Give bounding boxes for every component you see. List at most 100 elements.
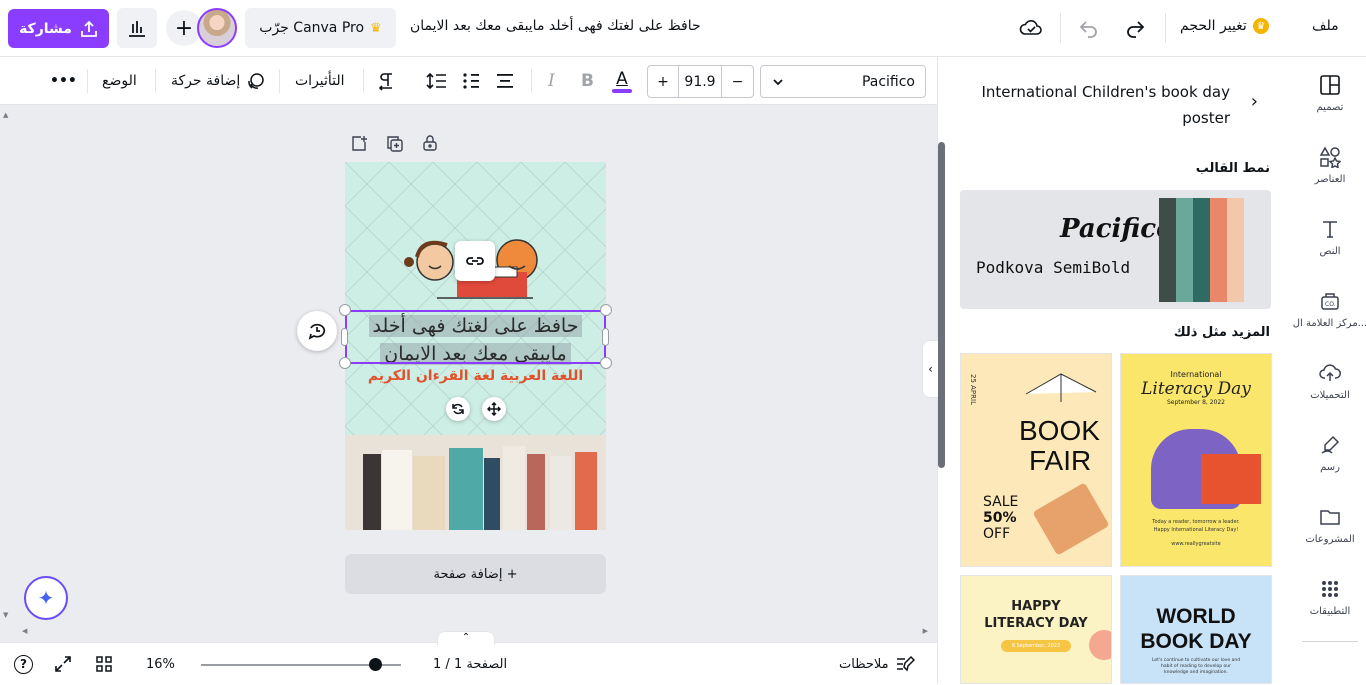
animate-button[interactable]: إضافة حركة xyxy=(171,57,266,105)
share-button[interactable]: مشاركة xyxy=(8,9,109,48)
palette-swatches xyxy=(1159,198,1244,302)
text-color-button[interactable]: A xyxy=(612,57,632,105)
canvas-area[interactable]: ▲ ▼ ◀ ▶ حافظ على لغتك فهى أخلد مايبقى مع… xyxy=(0,105,937,642)
align-center-icon xyxy=(497,74,513,88)
text-direction-button[interactable] xyxy=(376,57,396,105)
sparkle-icon: ✦ xyxy=(37,586,55,610)
vertical-scrollbar[interactable]: ▲ ▼ xyxy=(0,105,12,642)
resize-handle-right[interactable] xyxy=(602,328,609,346)
primary-font-name: Pacifico xyxy=(1060,214,1174,244)
subheading-text[interactable]: اللغة العربية لغة القرءان الكريم xyxy=(345,368,606,384)
text-color-icon: A xyxy=(616,68,628,89)
zoom-value[interactable]: 16% xyxy=(146,643,175,685)
template-thumbnail-happy-literacy-day[interactable]: HAPPY LITERACY DAY 8 September, 2022 xyxy=(960,575,1112,684)
rotate-icon xyxy=(452,403,464,415)
divider xyxy=(531,69,532,93)
try-pro-button[interactable]: جرّب Canva Pro ♛ xyxy=(245,8,396,48)
divider xyxy=(155,69,156,93)
alignment-button[interactable] xyxy=(495,57,515,105)
rail-item-elements[interactable]: العناصر xyxy=(1294,144,1366,185)
regenerate-button[interactable] xyxy=(297,311,337,351)
divider xyxy=(87,69,88,93)
rail-item-design[interactable]: تصميم xyxy=(1294,72,1366,113)
font-family-value: Pacifico xyxy=(861,73,915,90)
italic-button[interactable]: I xyxy=(548,57,555,105)
rotate-handle[interactable] xyxy=(446,397,470,421)
template-style-card[interactable]: Pacifico Podkova SemiBold xyxy=(960,190,1271,309)
more-options-button[interactable]: ••• xyxy=(50,57,77,105)
template-title: International Children's book day poster xyxy=(981,83,1230,127)
resize-handle-top-left[interactable] xyxy=(339,304,351,316)
file-menu[interactable]: ملف xyxy=(1312,18,1339,34)
lock-icon[interactable] xyxy=(421,134,439,156)
resize-button[interactable]: تغيير الحجم ♛ xyxy=(1180,18,1269,34)
list-button[interactable] xyxy=(461,57,481,105)
cloud-save-icon[interactable] xyxy=(1018,15,1044,45)
secondary-font-name: Podkova SemiBold xyxy=(976,258,1131,277)
resize-handle-top-right[interactable] xyxy=(600,304,612,316)
divider xyxy=(1165,13,1166,43)
zoom-slider-thumb[interactable] xyxy=(368,658,382,671)
resize-handle-left[interactable] xyxy=(341,328,348,346)
document-title[interactable]: حافظ على لغتك فهى أخلد مايبقى معك بعد ال… xyxy=(410,18,701,34)
rail-item-projects[interactable]: المشروعات xyxy=(1294,504,1366,545)
animate-label: إضافة حركة xyxy=(171,73,241,89)
font-size-input[interactable]: 91.9 xyxy=(679,66,722,97)
notes-icon xyxy=(896,655,915,672)
grid-view-button[interactable] xyxy=(95,643,113,685)
avatar[interactable] xyxy=(197,8,237,48)
rail-item-apps[interactable]: التطبيقات xyxy=(1294,576,1366,617)
page-indicator[interactable]: الصفحة 1 / 1 xyxy=(433,643,507,685)
paragraph-rtl-icon xyxy=(378,73,392,91)
help-icon: ? xyxy=(14,654,33,674)
magic-assistant-button[interactable]: ✦ xyxy=(24,576,68,620)
line-spacing-icon xyxy=(426,72,446,90)
template-thumbnail-literacy-day[interactable]: International Literacy Day September 8, … xyxy=(1120,353,1272,567)
expand-icon xyxy=(55,656,71,672)
side-navigation-rail: تصميم العناصر النص CO. مركز العلامة ال..… xyxy=(1293,57,1366,684)
svg-text:CO.: CO. xyxy=(1325,301,1336,308)
template-thumbnail-book-fair[interactable]: 25 APRIL BOOK FAIR SALE 50% OFF xyxy=(960,353,1112,567)
duplicate-page-icon[interactable] xyxy=(386,135,404,157)
divider xyxy=(1060,13,1061,43)
add-note-icon[interactable] xyxy=(350,135,368,157)
font-family-select[interactable]: Pacifico xyxy=(760,65,926,98)
fullscreen-button[interactable] xyxy=(54,643,72,685)
share-label: مشاركة xyxy=(19,20,72,37)
redo-icon[interactable] xyxy=(1124,17,1146,43)
undo-icon[interactable] xyxy=(1078,17,1100,43)
upload-icon xyxy=(1317,360,1343,386)
apps-icon xyxy=(1317,576,1343,602)
template-thumbnail-world-book-day[interactable]: WORLD BOOK DAY Let's continue to cultiva… xyxy=(1120,575,1272,684)
rail-item-text[interactable]: النص xyxy=(1294,216,1366,257)
rail-item-uploads[interactable]: التحميلات xyxy=(1294,360,1366,401)
bold-button[interactable]: B xyxy=(581,57,594,105)
link-button[interactable] xyxy=(455,241,495,281)
resize-handle-bottom-right[interactable] xyxy=(600,357,612,369)
top-bar: مشاركة + جرّب Canva Pro ♛ حافظ على لغتك … xyxy=(0,0,1366,57)
move-handle[interactable] xyxy=(482,397,506,421)
chevron-left-icon: ‹ xyxy=(928,362,933,376)
link-icon xyxy=(466,257,484,265)
position-button[interactable]: الوضع xyxy=(102,57,137,105)
notes-button[interactable]: ملاحظات xyxy=(839,643,915,685)
comment-refresh-icon xyxy=(308,323,326,340)
back-chevron-icon[interactable]: › xyxy=(1251,91,1258,112)
collapse-panel-button[interactable]: ‹ xyxy=(922,340,938,398)
add-page-button[interactable]: + إضافة صفحة xyxy=(345,554,606,594)
help-button[interactable]: ? xyxy=(14,643,33,685)
font-size-control: + 91.9 − xyxy=(647,65,754,98)
panel-scrollbar[interactable] xyxy=(938,142,945,468)
effects-button[interactable]: التأثيرات xyxy=(295,57,345,105)
rail-item-brand[interactable]: CO. مركز العلامة ال... xyxy=(1293,288,1366,329)
font-size-increase-button[interactable]: + xyxy=(648,66,679,97)
bar-chart-icon xyxy=(129,21,145,37)
spacing-button[interactable] xyxy=(426,57,448,105)
insights-button[interactable] xyxy=(117,8,157,48)
font-size-decrease-button[interactable]: − xyxy=(722,66,753,97)
selection-box xyxy=(345,310,606,364)
resize-handle-bottom-left[interactable] xyxy=(339,357,351,369)
rail-item-draw[interactable]: رسم xyxy=(1294,432,1366,473)
layout-icon xyxy=(1317,72,1343,98)
animate-icon xyxy=(248,73,264,89)
